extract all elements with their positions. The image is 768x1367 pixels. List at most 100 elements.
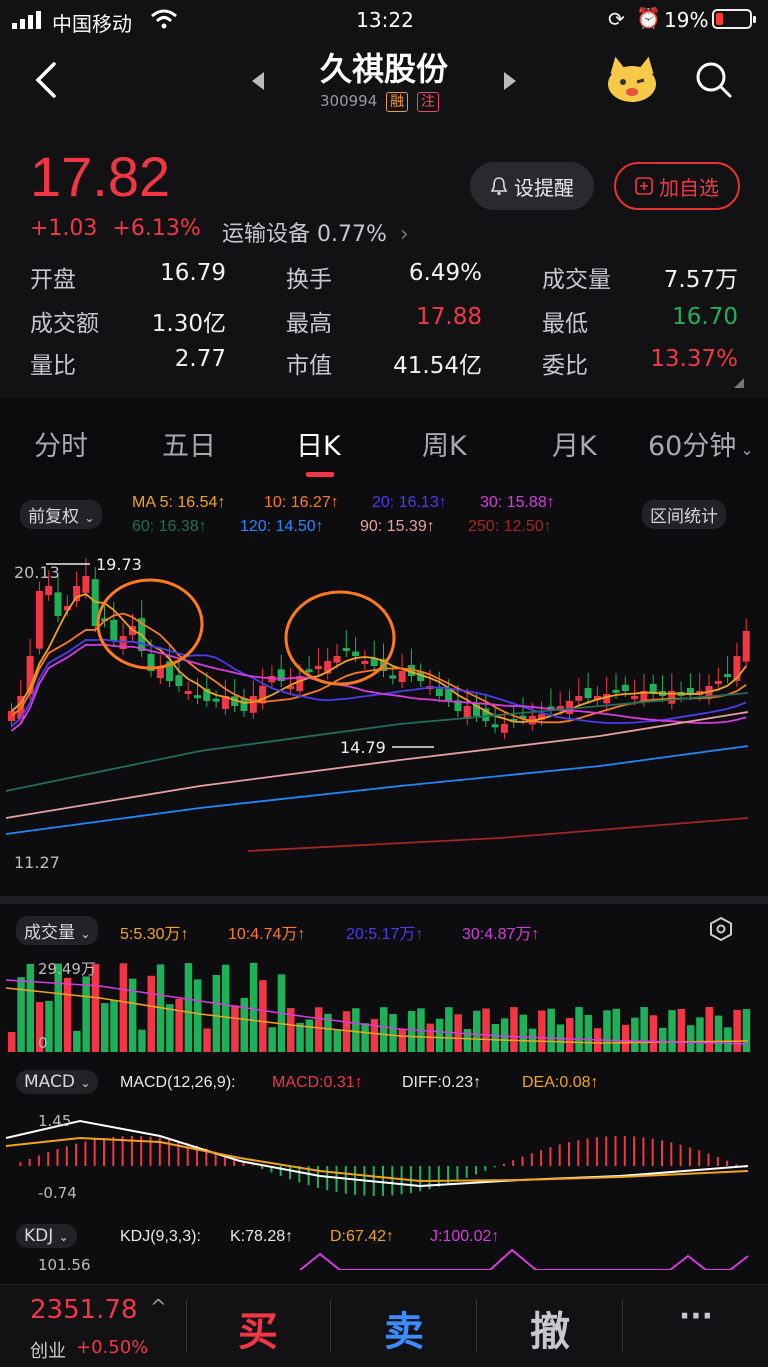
volume-bar [482,1008,490,1052]
candle-body [35,591,43,649]
volume-bar [398,1029,407,1052]
ma250-line [247,817,749,852]
kline-chart [8,558,750,739]
adjust-dropdown[interactable]: 前复权 ⌄ [20,500,103,529]
add-watchlist-button[interactable]: 加自选 [614,162,740,210]
volume-bar [566,1018,574,1052]
volume-bar [268,1027,276,1052]
sector-link[interactable]: 运输设备 0.77% › [222,216,409,248]
stat-value-high: 17.88 [416,304,482,330]
nav-header: 久祺股份 300994 融 注 [0,40,768,120]
ma30-value: 30: 15.88↑ [480,494,555,511]
tab-monthly-k[interactable]: 月K [552,424,597,463]
volume-bar [686,1025,695,1052]
volume-bar [82,976,90,1052]
index-change: +0.50% [76,1337,149,1358]
plus-box-icon [635,177,653,195]
bottom-trade-bar: 2351.78 ^ 创业 +0.50% 买 卖 撤 ··· [0,1284,768,1367]
volume-bar [221,964,230,1052]
quote-panel: 17.82 +1.03 +6.13% 运输设备 0.77% › 设提醒 加自选 … [0,120,768,398]
stat-label-open: 开盘 [30,267,76,293]
y-axis-bottom: 11.27 [14,853,60,872]
set-alert-button[interactable]: 设提醒 [470,162,594,210]
kdj-params: KDJ(9,3,3): [120,1228,201,1245]
macd-chart [5,1119,749,1196]
tab-weekly-k[interactable]: 周K [422,424,467,463]
stock-code-row: 300994 融 注 [320,92,439,112]
volume-bar [361,1023,369,1052]
settings-hex-icon[interactable] [708,916,734,942]
active-tab-indicator [306,472,334,477]
candle-body [631,696,639,699]
cancel-order-button[interactable]: 撤 [478,1299,622,1357]
volume-bar [63,977,72,1052]
volume-bar [17,977,25,1052]
volume-bar [649,1015,658,1052]
candle-body [82,576,90,593]
status-time: 13:22 [356,8,414,32]
volume-bar [659,1027,667,1052]
wifi-icon [151,9,177,29]
volume-bar [119,963,128,1052]
chart-canvas: 20.13 11.27 19.73 14.79 29.49万 0 1.45 -0… [0,555,768,1270]
tab-60min[interactable]: 60分钟 ⌄ [648,424,754,463]
volume-bar [547,1008,555,1052]
candle-body [212,698,220,702]
candle-body [603,694,611,704]
battery-icon [712,9,756,29]
candle-body [184,691,192,694]
last-price: 17.82 [30,145,171,208]
stat-value-open: 16.79 [160,260,226,286]
chevron-down-icon: ⌄ [58,1230,69,1244]
volume-bar [742,1009,751,1052]
volume-bar [463,1029,472,1052]
kdj-dropdown[interactable]: KDJ ⌄ [16,1224,77,1248]
interval-stats-button[interactable]: 区间统计 [642,500,726,529]
more-button[interactable]: ··· [624,1299,768,1334]
volume-bar [491,1024,500,1052]
ma90-value: 90: 15.39↑ [360,518,435,535]
candle-body [194,695,201,699]
ma60-value: 60: 16.38↑ [132,518,207,535]
tab-daily-k[interactable]: 日K [296,424,341,463]
add-watchlist-label: 加自选 [659,175,719,200]
sell-button[interactable]: 卖 [332,1299,476,1357]
candle-body [54,592,62,616]
j-line [299,1248,749,1270]
volume-bar [621,1024,630,1052]
volume-bar [305,1019,314,1052]
volume-dropdown[interactable]: 成交量 ⌄ [16,916,99,945]
ma20-value: 20: 16.13↑ [372,494,447,511]
macd-params: MACD(12,26,9): [120,1074,236,1091]
macd-value: MACD:0.31↑ [272,1074,363,1091]
ma120-value: 120: 14.50↑ [240,518,324,535]
volume-label: 成交量 [24,923,75,943]
stat-label-turnover: 换手 [286,267,332,293]
next-stock-icon[interactable] [502,72,516,90]
watch-tag: 注 [416,92,439,112]
macd-y-bottom: -0.74 [38,1184,77,1202]
volume-bar [668,1010,676,1052]
volume-bar [473,1010,481,1052]
volume-bar [110,999,118,1052]
price-change: +1.03 +6.13% [30,216,201,241]
expand-corner-icon[interactable] [734,378,744,388]
candle-body [575,696,583,701]
tab-five-day[interactable]: 五日 [162,424,216,463]
buy-button[interactable]: 买 [186,1299,330,1357]
change-percent: +6.13% [112,216,201,241]
tab-intraday[interactable]: 分时 [34,424,88,463]
chevron-down-icon: ⌄ [740,440,754,459]
volume-bar [631,1017,639,1052]
stat-label-order-ratio: 委比 [542,353,588,379]
stock-code: 300994 [320,92,378,110]
volume-bar [147,975,155,1052]
status-bar: 中国移动 13:22 ⟳ ⏰ 19% [0,0,768,40]
candle-body [435,688,443,696]
search-icon[interactable] [694,60,734,100]
macd-dropdown[interactable]: MACD ⌄ [16,1070,99,1094]
chevron-up-icon[interactable]: ^ [150,1295,167,1319]
rotation-lock-icon: ⟳ [608,7,625,31]
mascot-icon[interactable] [604,56,660,106]
volume-bar [249,962,258,1052]
